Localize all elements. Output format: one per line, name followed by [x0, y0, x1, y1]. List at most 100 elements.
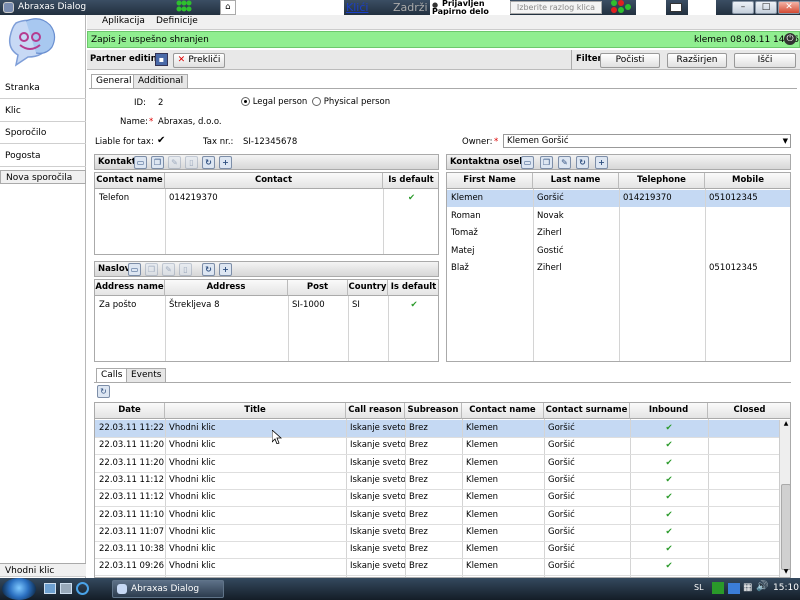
calls-scrollbar[interactable]: ▲ ▼	[779, 420, 790, 577]
table-cell[interactable]: 051012345	[705, 190, 790, 207]
table-cell[interactable]: Iskanje svetov	[346, 541, 405, 558]
table-cell[interactable]: Goršić	[544, 437, 630, 454]
copy-icon[interactable]: ❐	[151, 156, 164, 169]
folder-icon[interactable]: ▭	[128, 263, 141, 276]
inbound-check-icon[interactable]: ✔	[630, 420, 708, 437]
table-cell[interactable]: Vhodni klic	[165, 507, 346, 524]
table-cell[interactable]: Klemen	[462, 524, 544, 541]
col-contact-name[interactable]: Contact name	[462, 403, 544, 419]
scroll-up-icon[interactable]: ▲	[781, 420, 790, 430]
table-cell[interactable]: Vhodni klic	[165, 437, 346, 454]
minimize-button[interactable]: –	[732, 1, 754, 14]
refresh-icon[interactable]: ↻	[576, 156, 589, 169]
table-cell[interactable]: Klemen	[462, 541, 544, 558]
table-cell[interactable]: Goršić	[544, 455, 630, 472]
home-icon[interactable]: ⌂	[220, 0, 236, 15]
ie-icon[interactable]	[76, 582, 89, 595]
table-cell[interactable]	[708, 472, 779, 489]
table-cell[interactable]	[708, 541, 779, 558]
table-cell[interactable]	[619, 243, 705, 260]
inbound-check-icon[interactable]: ✔	[630, 437, 708, 454]
table-cell[interactable]	[708, 420, 779, 437]
physical-person-radio[interactable]: Physical person	[312, 97, 390, 107]
owner-select[interactable]: Klemen Goršić ▼	[503, 134, 791, 148]
table-cell[interactable]: 22.03.11 11:22	[95, 420, 165, 437]
explorer-icon[interactable]	[60, 583, 72, 594]
legal-person-radio[interactable]: Legal person	[241, 97, 307, 107]
language-indicator[interactable]: SL	[694, 583, 704, 592]
table-cell[interactable]	[708, 558, 779, 575]
table-cell[interactable]: Novak	[533, 208, 619, 225]
clear-button[interactable]: Počisti	[600, 53, 660, 68]
table-cell[interactable]: Iskanje svetov	[346, 524, 405, 541]
table-cell[interactable]: Iskanje svetov	[346, 489, 405, 506]
table-cell[interactable]: Telefon	[95, 190, 165, 207]
table-cell[interactable]: Blaž	[447, 260, 533, 277]
table-cell[interactable]: 22.03.11 11:07	[95, 524, 165, 541]
col-is-default[interactable]: Is default	[383, 173, 438, 189]
table-cell[interactable]: Goršić	[544, 420, 630, 437]
copy-icon[interactable]: ❐	[145, 263, 158, 276]
show-desktop-icon[interactable]	[44, 583, 56, 594]
table-cell[interactable]	[705, 225, 790, 242]
zadrzi-link[interactable]: Zadrži	[393, 1, 428, 14]
tray-app-icon[interactable]	[712, 582, 724, 594]
table-cell[interactable]: SI	[348, 297, 388, 314]
tab-additional[interactable]: Additional	[133, 74, 189, 88]
table-cell[interactable]	[708, 524, 779, 541]
table-cell[interactable]: Goršić	[544, 558, 630, 575]
table-cell[interactable]: Za pošto	[95, 297, 165, 314]
table-cell[interactable]: Goršić	[544, 472, 630, 489]
table-cell[interactable]: Goršić	[544, 507, 630, 524]
col-contact-name[interactable]: Contact name	[95, 173, 165, 189]
sidebar-item-sporocilo[interactable]: Sporočilo	[0, 122, 86, 144]
taxnr-value[interactable]: SI-12345678	[243, 137, 297, 147]
col-title[interactable]: Title	[165, 403, 346, 419]
close-button[interactable]: ✕	[778, 1, 800, 14]
mail-icon[interactable]	[670, 3, 682, 12]
table-cell[interactable]: 22.03.11 11:10	[95, 507, 165, 524]
table-cell[interactable]: Brez	[405, 541, 462, 558]
scroll-thumb[interactable]	[781, 484, 790, 570]
tray-icon[interactable]	[728, 583, 740, 594]
table-cell[interactable]	[708, 507, 779, 524]
edit-icon[interactable]: ✎	[558, 156, 571, 169]
table-cell[interactable]: Vhodni klic	[165, 524, 346, 541]
sidebar-item-vhodni-klic[interactable]: Vhodni klic	[0, 563, 86, 577]
table-cell[interactable]: Vhodni klic	[165, 489, 346, 506]
table-cell[interactable]	[619, 260, 705, 277]
network-icon[interactable]: ▦	[743, 582, 752, 593]
table-cell[interactable]: Klemen	[462, 420, 544, 437]
table-cell[interactable]	[708, 437, 779, 454]
inbound-check-icon[interactable]: ✔	[630, 524, 708, 541]
table-cell[interactable]: Vhodni klic	[165, 541, 346, 558]
table-cell[interactable]: Goršić	[533, 190, 619, 207]
refresh-icon[interactable]: ↻	[202, 156, 215, 169]
tab-general[interactable]: General	[91, 74, 137, 88]
scroll-down-icon[interactable]: ▼	[781, 568, 790, 577]
table-cell[interactable]: Vhodni klic	[165, 420, 346, 437]
table-cell[interactable]: 22.03.11 11:20	[95, 437, 165, 454]
col-address[interactable]: Address	[165, 280, 288, 296]
table-cell[interactable]: Vhodni klic	[165, 472, 346, 489]
table-cell[interactable]: 22.03.11 10:38	[95, 541, 165, 558]
inbound-check-icon[interactable]: ✔	[630, 541, 708, 558]
col-contact[interactable]: Contact	[165, 173, 383, 189]
table-cell[interactable]: Gostić	[533, 243, 619, 260]
tab-calls[interactable]: Calls	[96, 368, 128, 382]
col-country[interactable]: Country	[348, 280, 388, 296]
table-cell[interactable]: 22.03.11 09:26	[95, 558, 165, 575]
table-cell[interactable]: Klemen	[447, 190, 533, 207]
table-cell[interactable]: Klemen	[462, 437, 544, 454]
refresh-icon[interactable]: ↻	[202, 263, 215, 276]
table-cell[interactable]: Brez	[405, 524, 462, 541]
table-cell[interactable]: Goršić	[544, 524, 630, 541]
col-mobile[interactable]: Mobile	[705, 173, 790, 189]
table-cell[interactable]: 014219370	[619, 190, 705, 207]
name-value[interactable]: Abraxas, d.o.o.	[158, 117, 222, 127]
table-cell[interactable]	[619, 225, 705, 242]
maximize-button[interactable]: □	[755, 1, 777, 14]
table-cell[interactable]: Štrekljeva 8	[165, 297, 288, 314]
delete-icon[interactable]: ▯	[185, 156, 198, 169]
table-cell[interactable]: 014219370	[165, 190, 383, 207]
